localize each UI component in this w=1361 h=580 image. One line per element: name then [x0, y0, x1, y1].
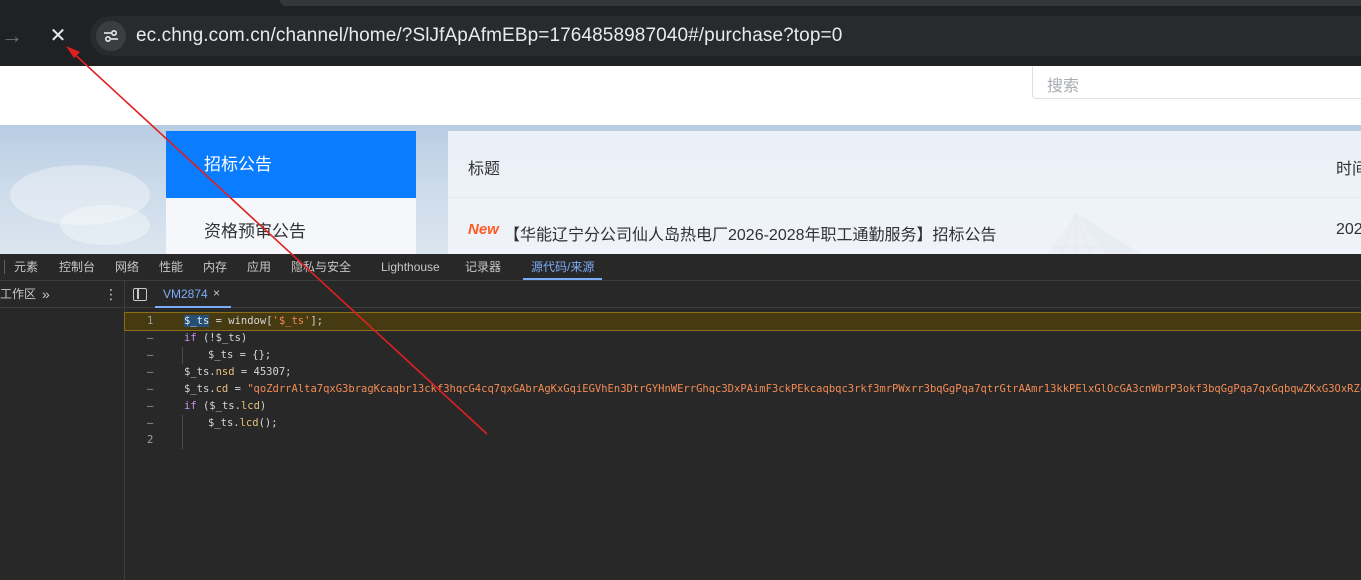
code-token: "qoZdrrAlta7qxG3bragKcaqbr13ckf3hqcG4cq7…	[247, 383, 1361, 395]
line-number[interactable]: –	[147, 347, 167, 364]
code-text: $_ts = window['$_ts'];	[184, 313, 323, 330]
code-token: if	[184, 332, 197, 344]
column-title: 标题	[468, 161, 501, 178]
file-tab-label: VM2874	[163, 287, 208, 301]
indent-guide	[182, 432, 183, 449]
site-info-icon[interactable]	[96, 21, 126, 51]
menu-item-prequalification-notice[interactable]: 资格预审公告	[166, 198, 416, 254]
code-editor[interactable]: 1 $_ts = window['$_ts']; – if (!$_ts) – …	[124, 308, 1361, 580]
code-token: $_ts.	[184, 366, 216, 378]
stop-loading-icon[interactable]: ✕	[42, 20, 74, 52]
code-token: $_ts.	[184, 383, 216, 395]
notice-list: 标题 时间 New 【华能辽宁分公司仙人岛热电厂2026-2028年职工通勤服务…	[448, 131, 1361, 254]
line-number[interactable]: –	[147, 398, 167, 415]
search-placeholder: 搜索	[1047, 78, 1080, 95]
code-token: lcd	[239, 417, 259, 429]
code-token: lcd	[240, 400, 260, 412]
web-page: 搜索 招标公告 资格预审公告 标题 时间 New 【华能辽宁分公司仙人岛热电厂2…	[0, 66, 1361, 254]
code-line: 2	[125, 432, 1361, 449]
code-line: – if ($_ts.lcd)	[125, 398, 1361, 415]
file-tab-vm2874[interactable]: VM2874 ×	[155, 281, 231, 308]
code-token: = 45307;	[234, 366, 292, 378]
notice-title-link[interactable]: 【华能辽宁分公司仙人岛热电厂2026-2028年职工通勤服务】招标公告	[504, 221, 997, 245]
code-token: nsd	[215, 366, 235, 378]
code-line: – $_ts.nsd = 45307;	[125, 364, 1361, 381]
code-token: ($_ts.	[196, 400, 241, 412]
url-text[interactable]: ec.chng.com.cn/channel/home/?SlJfApAfmEB…	[136, 25, 842, 47]
tab-network[interactable]: 网络	[115, 254, 139, 280]
code-token: '$_ts'	[272, 315, 311, 327]
tab-recorder[interactable]: 记录器	[465, 254, 501, 280]
line-number[interactable]: 2	[147, 432, 167, 449]
category-menu: 招标公告 资格预审公告	[166, 131, 416, 254]
code-token: cd	[215, 383, 229, 395]
selected-text: $_ts	[184, 315, 210, 327]
sources-toolbar: 工作区 » ⋮ VM2874 ×	[0, 281, 1361, 308]
code-token: $_ts.	[208, 417, 240, 429]
devtools-tabbar: 元素 控制台 网络 性能 内存 应用 隐私与安全 Lighthouse 记录器 …	[0, 254, 1361, 281]
tab-sources[interactable]: 源代码/来源	[522, 254, 603, 280]
browser-toolbar: → ✕ ec.chng.com.cn/channel/home/?SlJfApA…	[0, 0, 1361, 66]
code-line: 1 $_ts = window['$_ts'];	[124, 312, 1361, 331]
code-text: if (!$_ts)	[184, 330, 247, 347]
tab-lighthouse[interactable]: Lighthouse	[381, 254, 440, 280]
cloud-decoration	[60, 205, 150, 245]
tab-performance[interactable]: 性能	[159, 254, 183, 280]
screen: → ✕ ec.chng.com.cn/channel/home/?SlJfApA…	[0, 0, 1361, 580]
line-number[interactable]: –	[147, 330, 167, 347]
code-token: if	[184, 400, 197, 412]
kebab-menu-icon[interactable]: ⋮	[104, 281, 118, 307]
close-icon[interactable]: ×	[213, 286, 220, 300]
code-token: ();	[258, 417, 278, 429]
page-header: 搜索	[0, 66, 1361, 125]
code-text: $_ts.nsd = 45307;	[184, 364, 291, 381]
code-token: =	[228, 383, 248, 395]
code-line: – $_ts = {};	[125, 347, 1361, 364]
code-token: = window[	[209, 315, 273, 327]
notice-time: 202	[1336, 221, 1361, 238]
indent-guide	[182, 415, 183, 432]
code-text: $_ts = {};	[208, 349, 272, 361]
tab-application[interactable]: 应用	[247, 254, 271, 280]
forward-icon[interactable]: →	[0, 20, 28, 52]
address-bar[interactable]: ec.chng.com.cn/channel/home/?SlJfApAfmEB…	[90, 16, 1361, 56]
toggle-navigator-icon[interactable]	[133, 288, 147, 301]
indent-guide	[182, 347, 183, 364]
code-text: $_ts.lcd();	[208, 415, 278, 432]
tab-privacy-security[interactable]: 隐私与安全	[291, 254, 351, 280]
line-number[interactable]: –	[147, 381, 167, 398]
line-number[interactable]: –	[147, 415, 167, 432]
more-tabs-icon[interactable]: »	[42, 281, 50, 307]
tune-icon	[104, 29, 118, 43]
line-number[interactable]: 1	[147, 313, 167, 330]
code-token: ];	[310, 315, 324, 327]
divider	[4, 260, 5, 274]
column-time: 时间	[1336, 161, 1361, 178]
code-line: – $_ts.cd = "qoZdrrAlta7qxG3bragKcaqbr13…	[125, 381, 1361, 398]
code-token: (!$_ts)	[196, 332, 248, 344]
search-input[interactable]: 搜索	[1032, 66, 1361, 99]
tab-elements[interactable]: 元素	[14, 254, 38, 280]
tab-strip	[280, 0, 1361, 6]
code-line: – $_ts.lcd();	[125, 415, 1361, 432]
workspace-tab[interactable]: 工作区	[0, 281, 36, 308]
list-item[interactable]: New 【华能辽宁分公司仙人岛热电厂2026-2028年职工通勤服务】招标公告 …	[448, 198, 1361, 254]
content-banner: 招标公告 资格预审公告 标题 时间 New 【华能辽宁分公司仙人岛热电厂2026…	[0, 125, 1361, 254]
devtools-panel: 元素 控制台 网络 性能 内存 应用 隐私与安全 Lighthouse 记录器 …	[0, 254, 1361, 580]
code-token: )	[259, 400, 267, 412]
line-number[interactable]: –	[147, 364, 167, 381]
code-text: if ($_ts.lcd)	[184, 398, 266, 415]
tab-console[interactable]: 控制台	[59, 254, 95, 280]
list-header: 标题 时间	[448, 131, 1361, 198]
code-line: – if (!$_ts)	[125, 330, 1361, 347]
code-text: $_ts.cd = "qoZdrrAlta7qxG3bragKcaqbr13ck…	[184, 381, 1361, 398]
tab-memory[interactable]: 内存	[203, 254, 227, 280]
menu-item-tender-notice[interactable]: 招标公告	[166, 131, 416, 198]
new-badge: New	[468, 221, 499, 238]
